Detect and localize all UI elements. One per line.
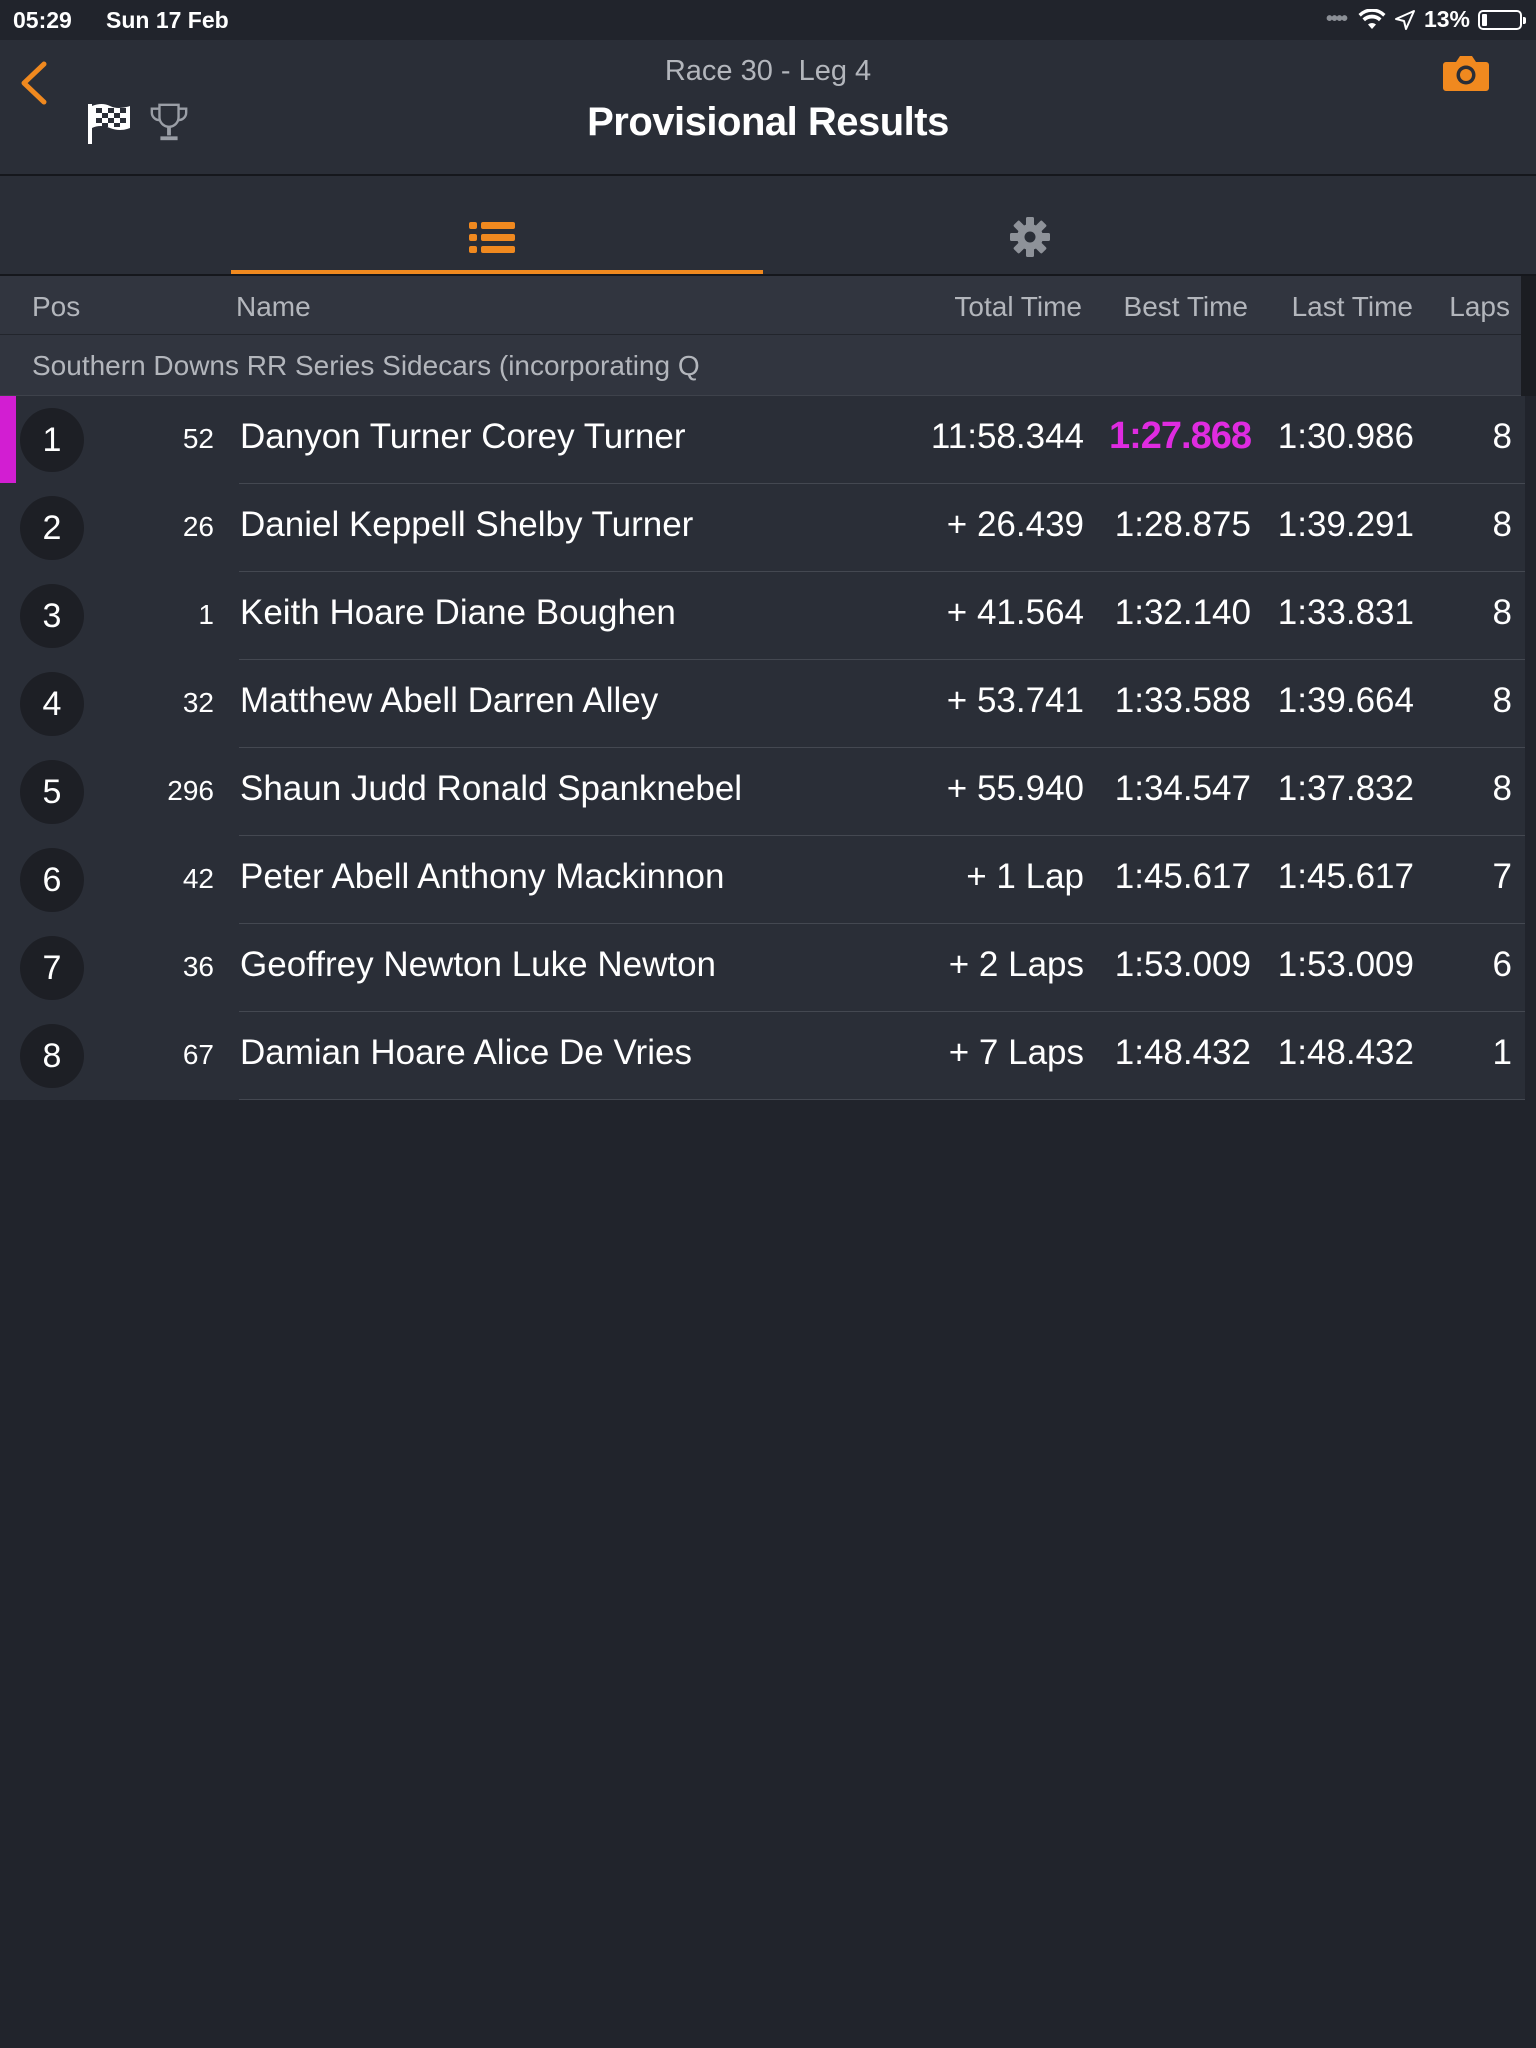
cellular-signal-icon: •••• [1325, 8, 1348, 30]
tab-results-list[interactable] [231, 176, 763, 274]
results-list: 1 52 Danyon Turner Corey Turner 11:58.34… [0, 396, 1536, 1100]
gear-icon [1010, 217, 1050, 257]
best-time: 1:53.009 [1114, 945, 1251, 984]
position-badge: 7 [20, 936, 84, 1000]
column-best-time[interactable]: Best Time [1124, 291, 1248, 323]
class-group-header: Southern Downs RR Series Sidecars (incor… [0, 335, 1521, 396]
best-time: 1:33.588 [1114, 681, 1251, 720]
status-indicators: •••• 13% [1325, 6, 1526, 33]
list-icon [469, 222, 515, 253]
laps-count: 8 [1492, 769, 1512, 808]
racer-number: 296 [167, 775, 214, 806]
nav-header: Race 30 - Leg 4 Provisional Results [0, 40, 1536, 176]
total-time: + 2 Laps [948, 945, 1084, 984]
status-time: 05:29 [13, 7, 72, 33]
result-row[interactable]: 3 1 Keith Hoare Diane Boughen + 41.564 1… [0, 572, 1525, 660]
total-time: + 55.940 [946, 769, 1084, 808]
position-badge: 8 [20, 1024, 84, 1088]
location-icon [1394, 9, 1415, 30]
scrollbar[interactable] [1521, 276, 1536, 396]
best-time: 1:27.868 [1108, 415, 1252, 457]
column-total-time[interactable]: Total Time [954, 291, 1082, 323]
result-row[interactable]: 8 67 Damian Hoare Alice De Vries + 7 Lap… [0, 1012, 1525, 1100]
laps-count: 1 [1492, 1033, 1512, 1072]
page-title: Provisional Results [587, 100, 949, 144]
result-row[interactable]: 5 296 Shaun Judd Ronald Spanknebel + 55.… [0, 748, 1525, 836]
result-row[interactable]: 6 42 Peter Abell Anthony Mackinnon + 1 L… [0, 836, 1525, 924]
total-time: + 53.741 [946, 681, 1084, 720]
battery-percent: 13% [1423, 6, 1470, 32]
status-bar: 05:29 Sun 17 Feb •••• 13% [0, 0, 1536, 40]
racer-number: 32 [182, 687, 214, 718]
racer-name: Danyon Turner Corey Turner [240, 417, 686, 456]
race-results-screen: 05:29 Sun 17 Feb •••• 13% Race 30 - Leg … [0, 0, 1536, 2048]
racer-number: 67 [182, 1039, 214, 1070]
racer-name: Geoffrey Newton Luke Newton [240, 945, 717, 984]
result-row[interactable]: 7 36 Geoffrey Newton Luke Newton + 2 Lap… [0, 924, 1525, 1012]
laps-count: 8 [1492, 417, 1512, 456]
last-time: 1:37.832 [1277, 769, 1414, 808]
position-badge: 3 [20, 584, 84, 648]
tab-bar [0, 176, 1536, 276]
total-time: + 26.439 [946, 505, 1084, 544]
result-row[interactable]: 2 26 Daniel Keppell Shelby Turner + 26.4… [0, 484, 1525, 572]
racer-number: 52 [182, 423, 214, 454]
racer-number: 36 [182, 951, 214, 982]
racer-number: 1 [198, 599, 214, 630]
class-group-title: Southern Downs RR Series Sidecars (incor… [32, 350, 700, 381]
best-time: 1:45.617 [1114, 857, 1251, 896]
position-badge: 2 [20, 496, 84, 560]
result-row[interactable]: 1 52 Danyon Turner Corey Turner 11:58.34… [0, 396, 1525, 484]
racer-name: Keith Hoare Diane Boughen [240, 593, 676, 632]
best-time: 1:48.432 [1114, 1033, 1251, 1072]
total-time: + 7 Laps [948, 1033, 1084, 1072]
racer-name: Peter Abell Anthony Mackinnon [240, 857, 725, 896]
total-time: 11:58.344 [930, 417, 1084, 456]
total-time: + 41.564 [946, 593, 1084, 632]
best-time: 1:34.547 [1114, 769, 1251, 808]
last-time: 1:30.986 [1277, 417, 1414, 456]
last-time: 1:33.831 [1277, 593, 1414, 632]
position-badge: 5 [20, 760, 84, 824]
racer-number: 26 [182, 511, 214, 542]
position-badge: 6 [20, 848, 84, 912]
laps-count: 8 [1492, 593, 1512, 632]
column-pos[interactable]: Pos [32, 291, 80, 323]
last-time: 1:39.291 [1277, 505, 1414, 544]
wifi-icon [1358, 8, 1386, 29]
fastest-lap-marker [0, 396, 16, 484]
last-time: 1:39.664 [1277, 681, 1414, 720]
laps-count: 6 [1492, 945, 1512, 984]
position-badge: 1 [20, 408, 84, 472]
laps-count: 7 [1492, 857, 1512, 896]
best-time: 1:28.875 [1114, 505, 1251, 544]
best-time: 1:32.140 [1114, 593, 1251, 632]
camera-button[interactable] [1442, 52, 1490, 94]
last-time: 1:45.617 [1277, 857, 1414, 896]
racer-name: Daniel Keppell Shelby Turner [240, 505, 694, 544]
tab-settings[interactable] [763, 176, 1295, 274]
status-date: Sun 17 Feb [106, 7, 229, 33]
racer-number: 42 [182, 863, 214, 894]
column-name[interactable]: Name [236, 291, 311, 323]
battery-icon [1478, 9, 1526, 30]
column-laps[interactable]: Laps [1449, 291, 1510, 323]
laps-count: 8 [1492, 505, 1512, 544]
column-last-time[interactable]: Last Time [1292, 291, 1413, 323]
racer-name: Damian Hoare Alice De Vries [240, 1033, 692, 1072]
position-badge: 4 [20, 672, 84, 736]
racer-name: Shaun Judd Ronald Spanknebel [240, 769, 743, 808]
result-row[interactable]: 4 32 Matthew Abell Darren Alley + 53.741… [0, 660, 1525, 748]
results-column-header: Pos Name Total Time Best Time Last Time … [0, 276, 1521, 335]
last-time: 1:48.432 [1277, 1033, 1414, 1072]
laps-count: 8 [1492, 681, 1512, 720]
race-subtitle: Race 30 - Leg 4 [664, 55, 872, 87]
racer-name: Matthew Abell Darren Alley [240, 681, 659, 720]
last-time: 1:53.009 [1277, 945, 1414, 984]
total-time: + 1 Lap [966, 857, 1084, 896]
camera-icon [1443, 56, 1489, 91]
